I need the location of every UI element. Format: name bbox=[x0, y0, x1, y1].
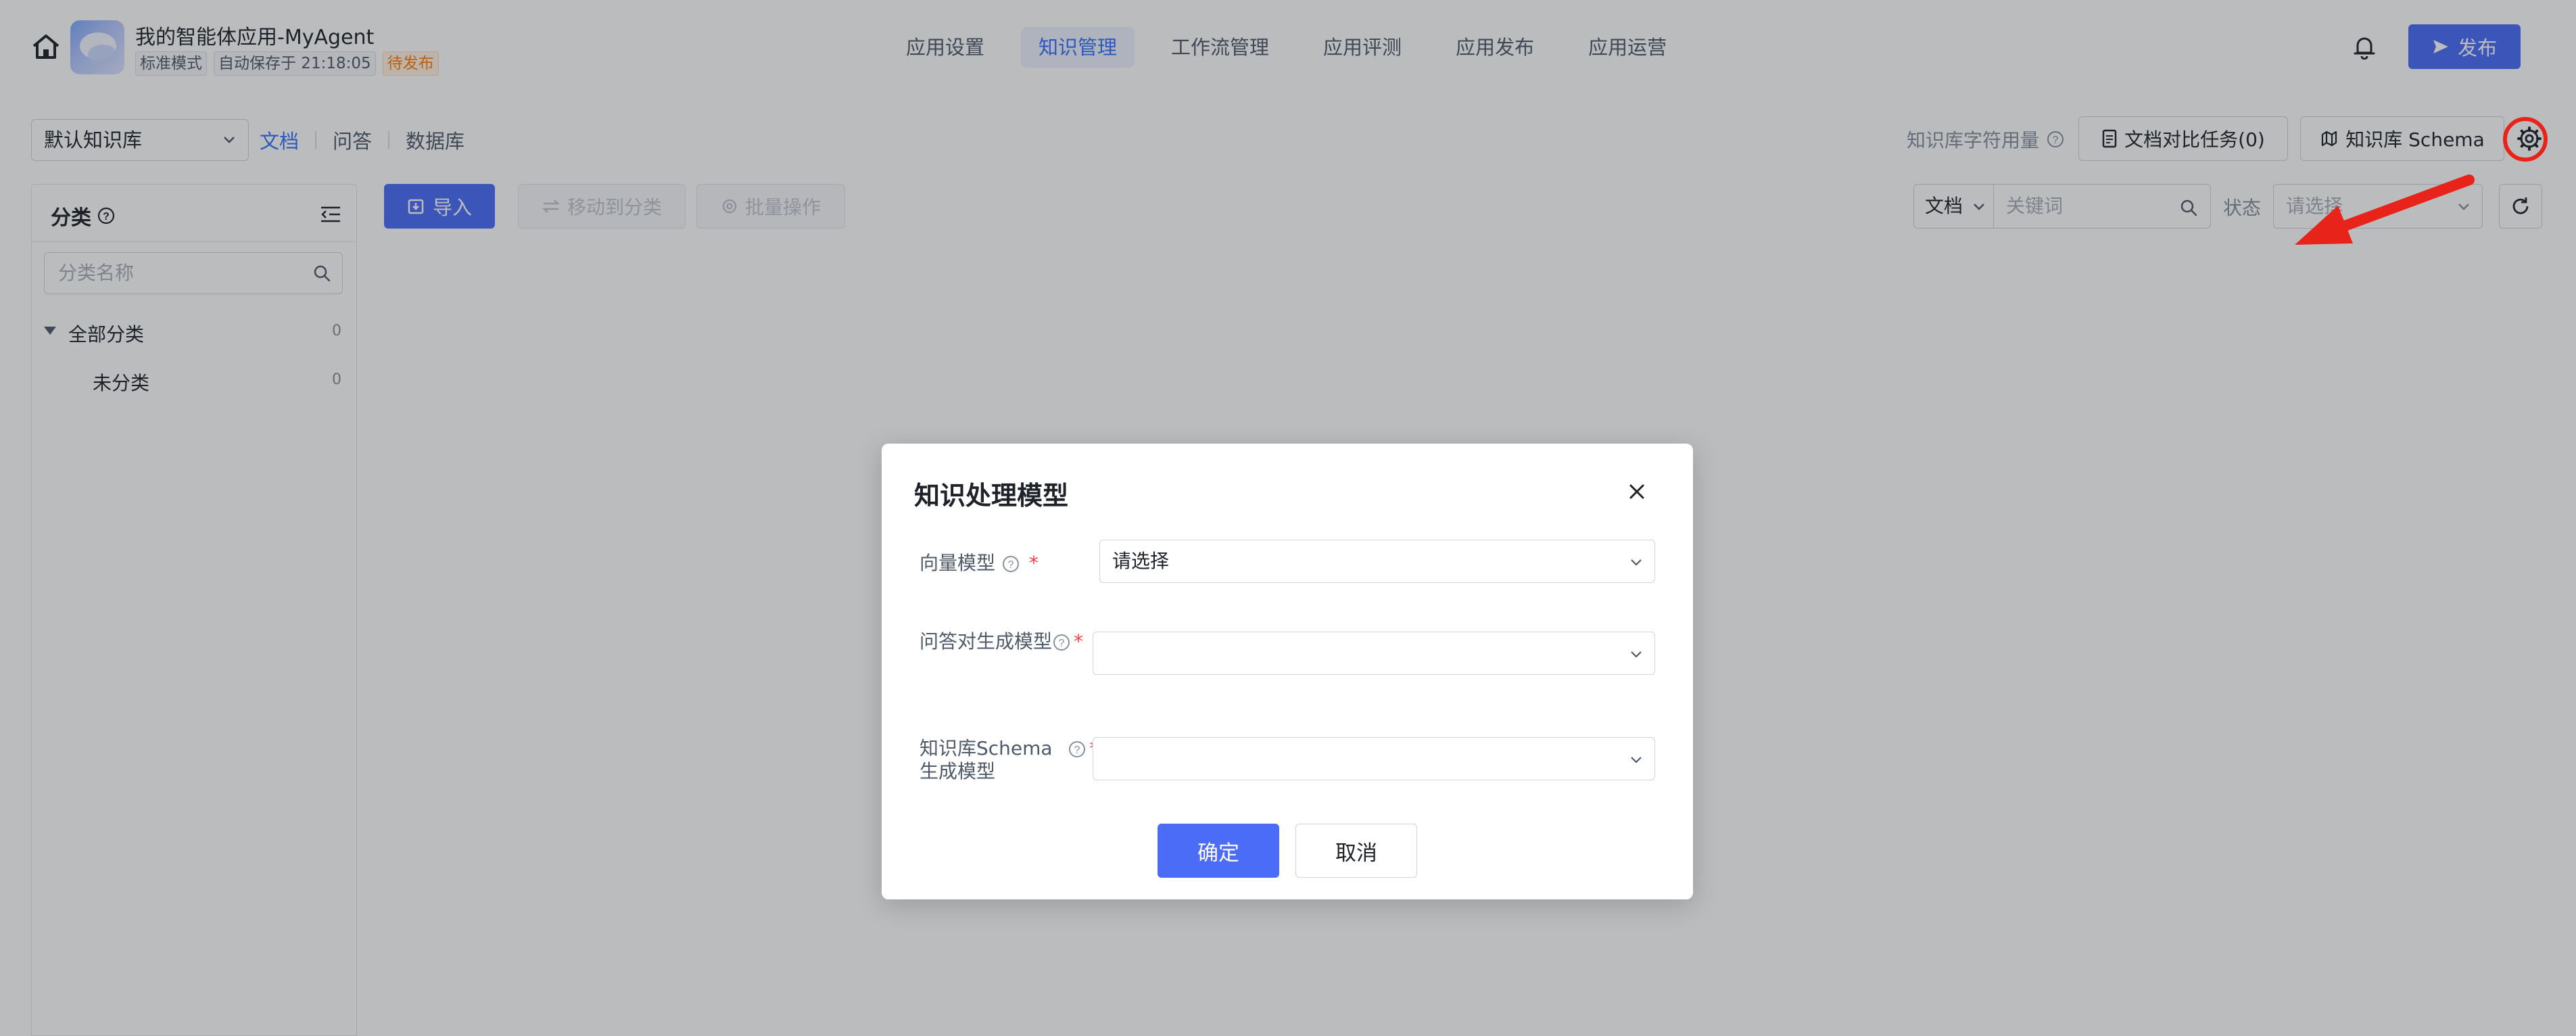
qa-generation-model-select[interactable] bbox=[1093, 632, 1655, 675]
schema-generation-model-label: 知识库Schema ?* 生成模型 bbox=[920, 737, 1099, 783]
vector-model-label: 向量模型 ? * bbox=[920, 552, 1039, 575]
vector-model-select[interactable]: 请选择 bbox=[1099, 540, 1655, 583]
knowledge-model-dialog: 知识处理模型 向量模型 ? * 请选择 问答对生成模型? * 知识库Schema … bbox=[882, 444, 1693, 899]
schema-generation-model-label-line2: 生成模型 bbox=[920, 760, 996, 782]
close-icon[interactable] bbox=[1625, 480, 1648, 503]
help-icon[interactable]: ? bbox=[1001, 555, 1020, 573]
svg-text:?: ? bbox=[1059, 638, 1065, 649]
required-mark: * bbox=[1028, 552, 1039, 574]
help-icon[interactable]: ? bbox=[1052, 633, 1071, 652]
qa-generation-model-label: 问答对生成模型? * bbox=[920, 630, 1083, 653]
cancel-button[interactable]: 取消 bbox=[1295, 824, 1417, 878]
vector-model-value: 请选择 bbox=[1112, 550, 1170, 572]
qa-generation-model-label-text: 问答对生成模型 bbox=[920, 630, 1053, 653]
chevron-down-icon bbox=[1631, 559, 1642, 566]
schema-generation-model-label-line1: 知识库Schema bbox=[920, 737, 1053, 759]
svg-text:?: ? bbox=[1074, 745, 1080, 756]
chevron-down-icon bbox=[1631, 757, 1642, 763]
schema-generation-model-select[interactable] bbox=[1093, 737, 1655, 780]
dialog-title: 知识处理模型 bbox=[914, 481, 1069, 511]
confirm-button[interactable]: 确定 bbox=[1158, 824, 1279, 878]
vector-model-label-text: 向量模型 bbox=[920, 552, 996, 574]
svg-text:?: ? bbox=[1007, 559, 1013, 571]
app-root: 我的智能体应用-MyAgent 标准模式 自动保存于 21:18:05 待发布 … bbox=[0, 0, 2576, 1036]
help-icon[interactable]: ? bbox=[1068, 740, 1087, 759]
required-mark: * bbox=[1074, 630, 1084, 653]
chevron-down-icon bbox=[1631, 651, 1642, 658]
